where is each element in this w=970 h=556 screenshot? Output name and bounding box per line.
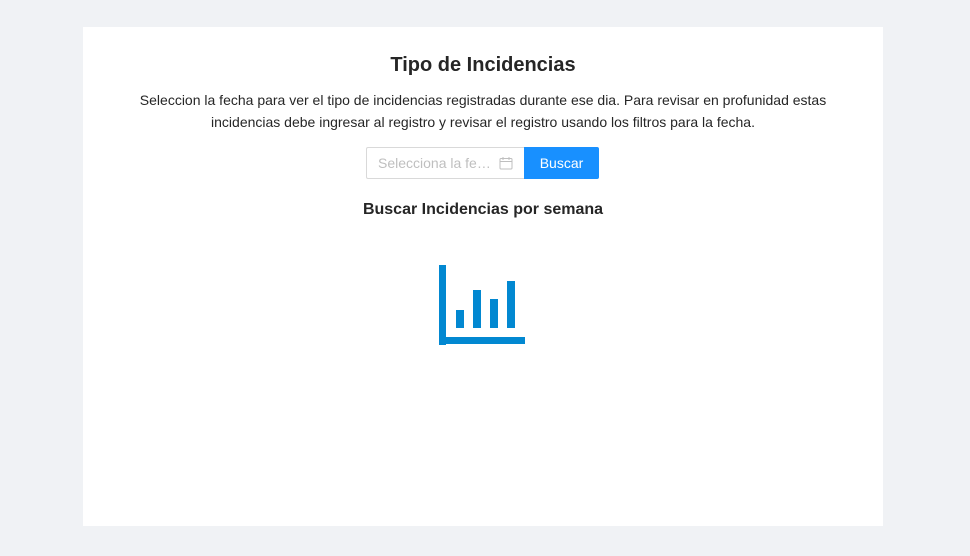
page-description: Seleccion la fecha para ver el tipo de i… xyxy=(139,92,827,130)
weekly-search-heading: Buscar Incidencias por semana xyxy=(362,201,604,218)
search-button[interactable]: Buscar xyxy=(524,147,599,179)
date-picker-input[interactable]: Selecciona la fe… xyxy=(366,147,524,179)
date-search-group: Selecciona la fe… Buscar xyxy=(366,147,599,179)
date-picker-placeholder: Selecciona la fe… xyxy=(378,155,491,171)
calendar-icon xyxy=(499,156,513,170)
bar-chart-icon xyxy=(438,264,526,346)
incidents-card: Tipo de Incidencias Seleccion la fecha p… xyxy=(83,27,883,526)
page-title: Tipo de Incidencias xyxy=(390,54,576,76)
